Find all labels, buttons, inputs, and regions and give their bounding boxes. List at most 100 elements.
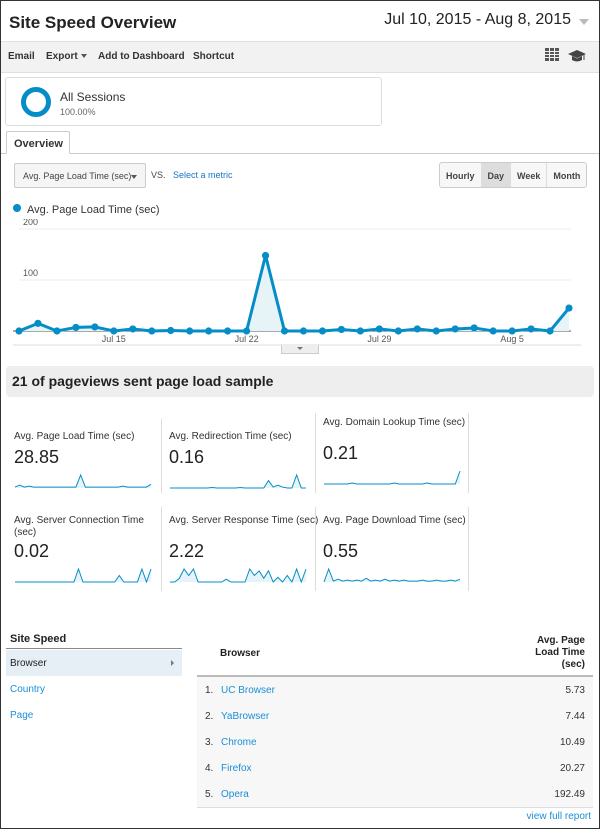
shortcut-button[interactable]: Shortcut [193, 51, 234, 62]
data-point[interactable] [299, 327, 308, 335]
segment-ring-icon [21, 87, 51, 117]
x-tick-label: Jul 22 [235, 334, 259, 344]
sparkline-area [15, 569, 151, 582]
data-point[interactable] [186, 327, 194, 335]
grid-icon[interactable] [545, 48, 559, 62]
data-point[interactable] [53, 327, 61, 335]
data-point[interactable] [224, 327, 232, 335]
column-header-line: Load Time [535, 647, 585, 658]
metric-tile[interactable]: Avg. Server Response Time (sec) 2.22 [169, 515, 324, 593]
add-to-dashboard-button[interactable]: Add to Dashboard [98, 51, 185, 62]
row-divider [197, 807, 593, 808]
column-header-browser[interactable]: Browser [220, 648, 260, 659]
tile-divider [468, 413, 469, 493]
sparkline [170, 473, 306, 489]
segment-name: All Sessions [60, 90, 126, 104]
table-row: 2. YaBrowser 7.44 [197, 703, 593, 729]
granularity-week-button[interactable]: Week [511, 163, 548, 187]
metric-tile-value: 2.22 [169, 541, 205, 561]
data-point[interactable] [565, 304, 573, 312]
date-range-picker[interactable]: Jul 10, 2015 - Aug 8, 2015 [376, 7, 593, 37]
granularity-month-button[interactable]: Month [547, 163, 586, 187]
metric-tile[interactable]: Avg. Redirection Time (sec) 0.16 [169, 431, 324, 509]
chevron-down-icon [297, 347, 303, 350]
data-point[interactable] [72, 323, 80, 332]
row-browser-link[interactable]: Chrome [221, 737, 257, 748]
chart-legend: Avg. Page Load Time (sec) [13, 204, 159, 216]
data-point[interactable] [489, 327, 497, 335]
email-button[interactable]: Email [8, 51, 35, 62]
metric-tile-value: 0.02 [14, 541, 50, 561]
row-browser-link[interactable]: Firefox [221, 763, 252, 774]
page-title: Site Speed Overview [9, 13, 177, 32]
data-point[interactable] [261, 251, 270, 260]
data-point[interactable] [337, 325, 346, 334]
nav-item-country[interactable]: Country [6, 676, 182, 702]
metric-tile[interactable]: Avg. Page Load Time (sec) 28.85 [14, 431, 169, 509]
sample-banner: 21 of pageviews sent page load sample [6, 366, 594, 397]
metric-tile-value: 28.85 [14, 447, 60, 467]
chart-expand-handle[interactable] [281, 345, 319, 354]
data-point[interactable] [432, 327, 440, 335]
row-browser-link[interactable]: UC Browser [221, 685, 275, 696]
metric-tile[interactable]: Avg. Page Download Time (sec) 0.55 [323, 515, 478, 593]
data-point[interactable] [413, 325, 421, 333]
metric-dropdown[interactable]: Avg. Page Load Time (sec) [14, 163, 146, 188]
data-point[interactable] [167, 326, 175, 335]
sparkline-line [170, 473, 306, 489]
main-line-chart: 100 200 Jul 15 Jul 22 Jul 29 Aug 5 [13, 219, 581, 346]
nav-item-page[interactable]: Page [6, 702, 182, 728]
tab-bar-divider [1, 153, 599, 154]
data-point[interactable] [34, 319, 42, 327]
metric-tile-value: 0.55 [323, 541, 359, 561]
sparkline [324, 470, 461, 485]
select-metric-link[interactable]: Select a metric [173, 170, 233, 180]
segment-card[interactable]: All Sessions 100.00% [5, 77, 382, 126]
sparkline-area [324, 471, 460, 484]
view-full-report-link[interactable]: view full report [527, 811, 591, 822]
row-value: 20.27 [559, 763, 585, 774]
row-browser-link[interactable]: YaBrowser [221, 711, 269, 722]
chevron-down-icon [131, 175, 137, 179]
sparkline-area [170, 475, 306, 488]
data-point[interactable] [91, 323, 99, 331]
data-point[interactable] [451, 325, 459, 333]
data-point[interactable] [15, 327, 23, 335]
data-point[interactable] [129, 325, 137, 333]
data-point[interactable] [205, 327, 213, 335]
data-point[interactable] [394, 327, 402, 335]
export-button[interactable]: Export [46, 51, 87, 62]
report-toolbar: Email Export Add to Dashboard Shortcut [1, 41, 599, 73]
data-point[interactable] [148, 327, 156, 335]
chevron-right-icon [171, 660, 174, 666]
data-point[interactable] [356, 327, 364, 335]
data-point[interactable] [280, 327, 289, 335]
data-point[interactable] [375, 325, 383, 333]
sparkline-line [324, 470, 461, 485]
row-rank: 4. [205, 763, 214, 774]
column-header-line: (sec) [561, 659, 585, 670]
row-rank: 3. [205, 737, 214, 748]
metric-tile[interactable]: Avg. Server Connection Time (sec) 0.02 [14, 515, 169, 593]
row-rank: 2. [205, 711, 214, 722]
nav-item-browser[interactable]: Browser [6, 650, 182, 676]
data-point[interactable] [318, 327, 327, 335]
column-header-avg-page-load-time[interactable]: Avg. Page Load Time (sec) [505, 635, 585, 671]
data-point[interactable] [546, 327, 554, 335]
legend-label: Avg. Page Load Time (sec) [27, 204, 160, 216]
nav-item-label: Page [10, 710, 34, 721]
sparkline [14, 473, 152, 488]
data-point[interactable] [527, 325, 535, 333]
granularity-hourly-button[interactable]: Hourly [440, 163, 482, 187]
date-range-text: Jul 10, 2015 - Aug 8, 2015 [384, 11, 571, 28]
series-area [19, 255, 569, 331]
tab-overview[interactable]: Overview [6, 131, 70, 154]
data-point[interactable] [470, 324, 478, 332]
graduation-cap-icon[interactable] [568, 49, 586, 63]
granularity-day-button[interactable]: Day [481, 163, 512, 187]
sparkline-area [170, 569, 306, 582]
row-browser-link[interactable]: Opera [221, 789, 249, 800]
metric-tile[interactable]: Avg. Domain Lookup Time (sec) 0.21 [323, 417, 478, 495]
row-value: 192.49 [554, 789, 585, 800]
nav-title: Site Speed [10, 633, 67, 645]
